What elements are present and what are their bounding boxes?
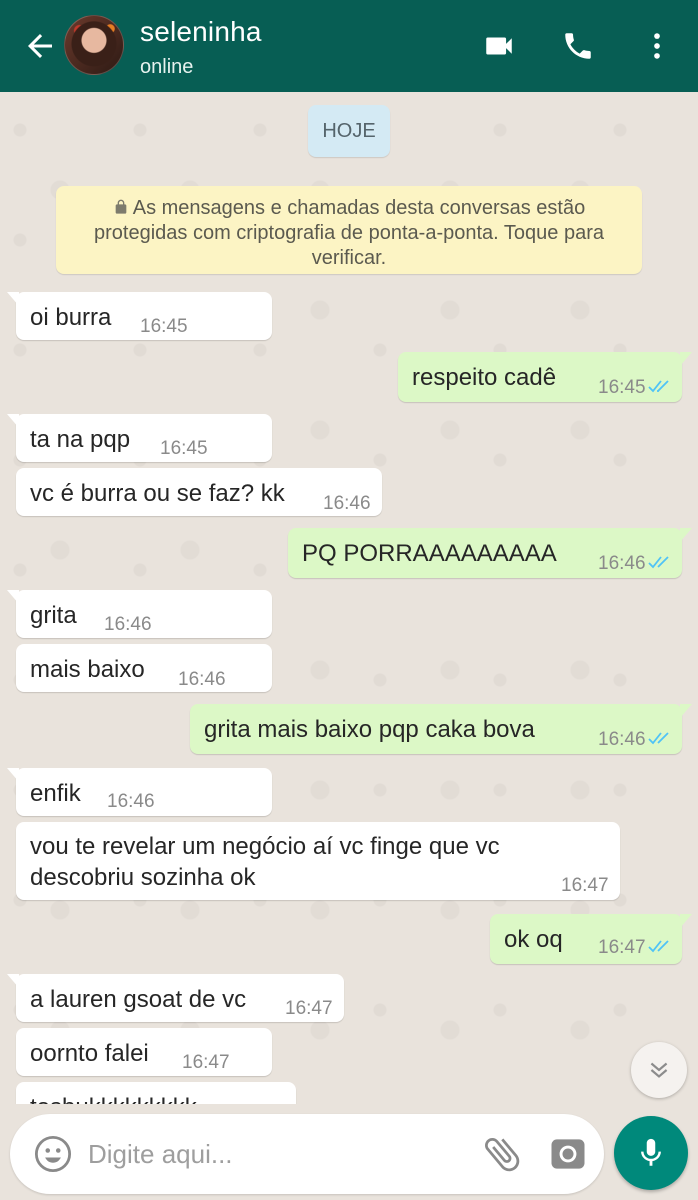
message-text: oi burra: [30, 304, 112, 331]
message-time: 16:45: [598, 377, 646, 398]
message-incoming[interactable]: vc é burra ou se faz? kk 16:46: [16, 468, 382, 516]
double-check-icon: [648, 380, 669, 393]
message-text: ok oq: [504, 926, 563, 953]
message-time: 16:47: [598, 937, 646, 958]
phone-icon: [565, 33, 591, 59]
double-check-icon: [648, 732, 669, 745]
message-incoming[interactable]: mais baixo 16:46: [16, 644, 272, 692]
message-incoming[interactable]: ta na pqp 16:45: [7, 414, 272, 462]
message-time: 16:45: [140, 316, 188, 337]
message-time: 16:46: [107, 791, 155, 812]
back-arrow-icon: [28, 34, 52, 58]
message-text: grita mais baixo pqp caka bova: [204, 716, 535, 743]
chevron-double-down-icon: [650, 1062, 668, 1078]
back-button[interactable]: [22, 28, 58, 64]
attach-button[interactable]: [480, 1132, 524, 1176]
message-time: 16:46: [178, 669, 226, 690]
date-chip: HOJE: [308, 105, 390, 157]
message-time: 16:47: [285, 998, 333, 1019]
message-composer: [10, 1114, 604, 1194]
message-time: 16:46: [598, 553, 646, 574]
avatar[interactable]: [64, 15, 124, 75]
message-incoming[interactable]: a lauren gsoat de vc 16:47: [7, 974, 344, 1022]
more-vert-icon: [654, 33, 660, 59]
message-time: 16:46: [598, 729, 646, 750]
message-incoming[interactable]: oi burra 16:45: [7, 292, 272, 340]
message-text: enfik: [30, 780, 81, 807]
scroll-to-bottom-button[interactable]: [631, 1042, 687, 1098]
message-incoming[interactable]: vou te revelar um negócio aí vc finge qu…: [16, 822, 620, 900]
more-options-button[interactable]: [637, 26, 677, 66]
message-outgoing[interactable]: ok oq 16:47: [490, 914, 692, 964]
message-incoming[interactable]: enfik 16:46: [7, 768, 272, 816]
video-camera-icon: [486, 37, 512, 55]
message-text: mais baixo: [30, 656, 145, 683]
message-text: PQ PORRAAAAAAAAA: [302, 540, 557, 567]
paperclip-icon: [485, 1138, 520, 1172]
video-call-button[interactable]: [479, 26, 519, 66]
message-text: ta na pqp: [30, 426, 131, 453]
contact-name[interactable]: seleninha: [140, 16, 262, 48]
message-incoming[interactable]: oornto falei 16:47: [16, 1028, 272, 1076]
message-outgoing[interactable]: respeito cadê 16:45: [398, 352, 692, 402]
camera-button[interactable]: [546, 1132, 590, 1176]
message-incoming[interactable]: grita 16:46: [7, 590, 272, 638]
voice-message-button[interactable]: [614, 1116, 688, 1190]
message-text-line2: descobriu sozinha ok: [30, 864, 256, 891]
message-text: vc é burra ou se faz? kk: [30, 480, 285, 507]
message-outgoing[interactable]: PQ PORRAAAAAAAAA 16:46: [288, 528, 692, 578]
message-text: oornto falei: [30, 1040, 149, 1067]
message-text: respeito cadê: [412, 364, 557, 391]
message-text: a lauren gsoat de vc: [30, 986, 247, 1013]
camera-icon: [551, 1139, 585, 1169]
microphone-icon: [641, 1138, 661, 1166]
message-time: 16:47: [182, 1052, 230, 1073]
double-check-icon: [648, 940, 669, 953]
encryption-notice[interactable]: As mensagens e chamadas desta conversas …: [56, 186, 642, 274]
contact-status: online: [140, 56, 194, 78]
message-time: 16:46: [323, 493, 371, 514]
encryption-notice-text: As mensagens e chamadas desta conversas …: [94, 197, 604, 269]
emoji-icon: [34, 1135, 72, 1173]
lock-icon: [115, 199, 127, 214]
message-input[interactable]: [88, 1134, 468, 1174]
double-check-icon: [648, 556, 669, 569]
message-time: 16:46: [104, 614, 152, 635]
emoji-button[interactable]: [32, 1133, 74, 1175]
message-outgoing[interactable]: grita mais baixo pqp caka bova 16:46: [190, 704, 692, 754]
chat-header: seleninha online: [0, 0, 698, 92]
message-time: 16:45: [160, 438, 208, 459]
message-time: 16:47: [561, 875, 609, 896]
voice-call-button[interactable]: [558, 26, 598, 66]
message-text-line1: vou te revelar um negócio aí vc finge qu…: [30, 833, 500, 860]
message-text: grita: [30, 602, 77, 629]
